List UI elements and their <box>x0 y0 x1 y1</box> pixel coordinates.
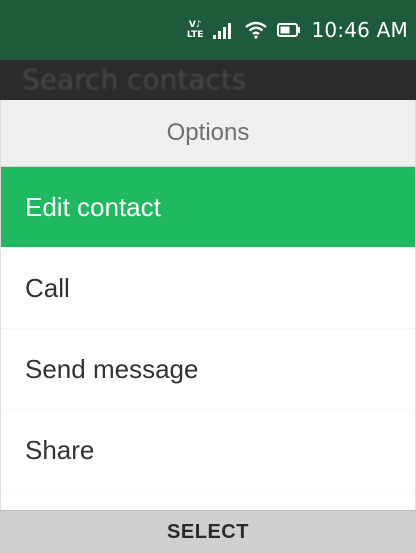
status-bar: V♪ LTE 10:46 AM <box>0 0 416 60</box>
volte-label: V♪ <box>188 19 202 30</box>
background-search-header: Search contacts <box>0 60 416 100</box>
lte-label: LTE <box>186 29 204 40</box>
option-edit-contact[interactable]: Edit contact <box>1 167 415 248</box>
search-contacts-placeholder: Search contacts <box>22 63 247 96</box>
options-title: Options <box>1 100 415 167</box>
signal-icon <box>213 21 235 39</box>
option-send-message[interactable]: Send message <box>1 329 415 410</box>
option-share[interactable]: Share <box>1 410 415 491</box>
options-menu: Options Edit contact Call Send message S… <box>0 100 416 510</box>
battery-icon <box>277 22 301 38</box>
volte-lte-icon: V♪ LTE <box>186 19 204 40</box>
status-time: 10:46 AM <box>311 18 408 42</box>
softkey-bar: SELECT <box>0 510 416 553</box>
option-call[interactable]: Call <box>1 248 415 329</box>
wifi-icon <box>245 21 268 39</box>
select-softkey[interactable]: SELECT <box>167 521 249 544</box>
